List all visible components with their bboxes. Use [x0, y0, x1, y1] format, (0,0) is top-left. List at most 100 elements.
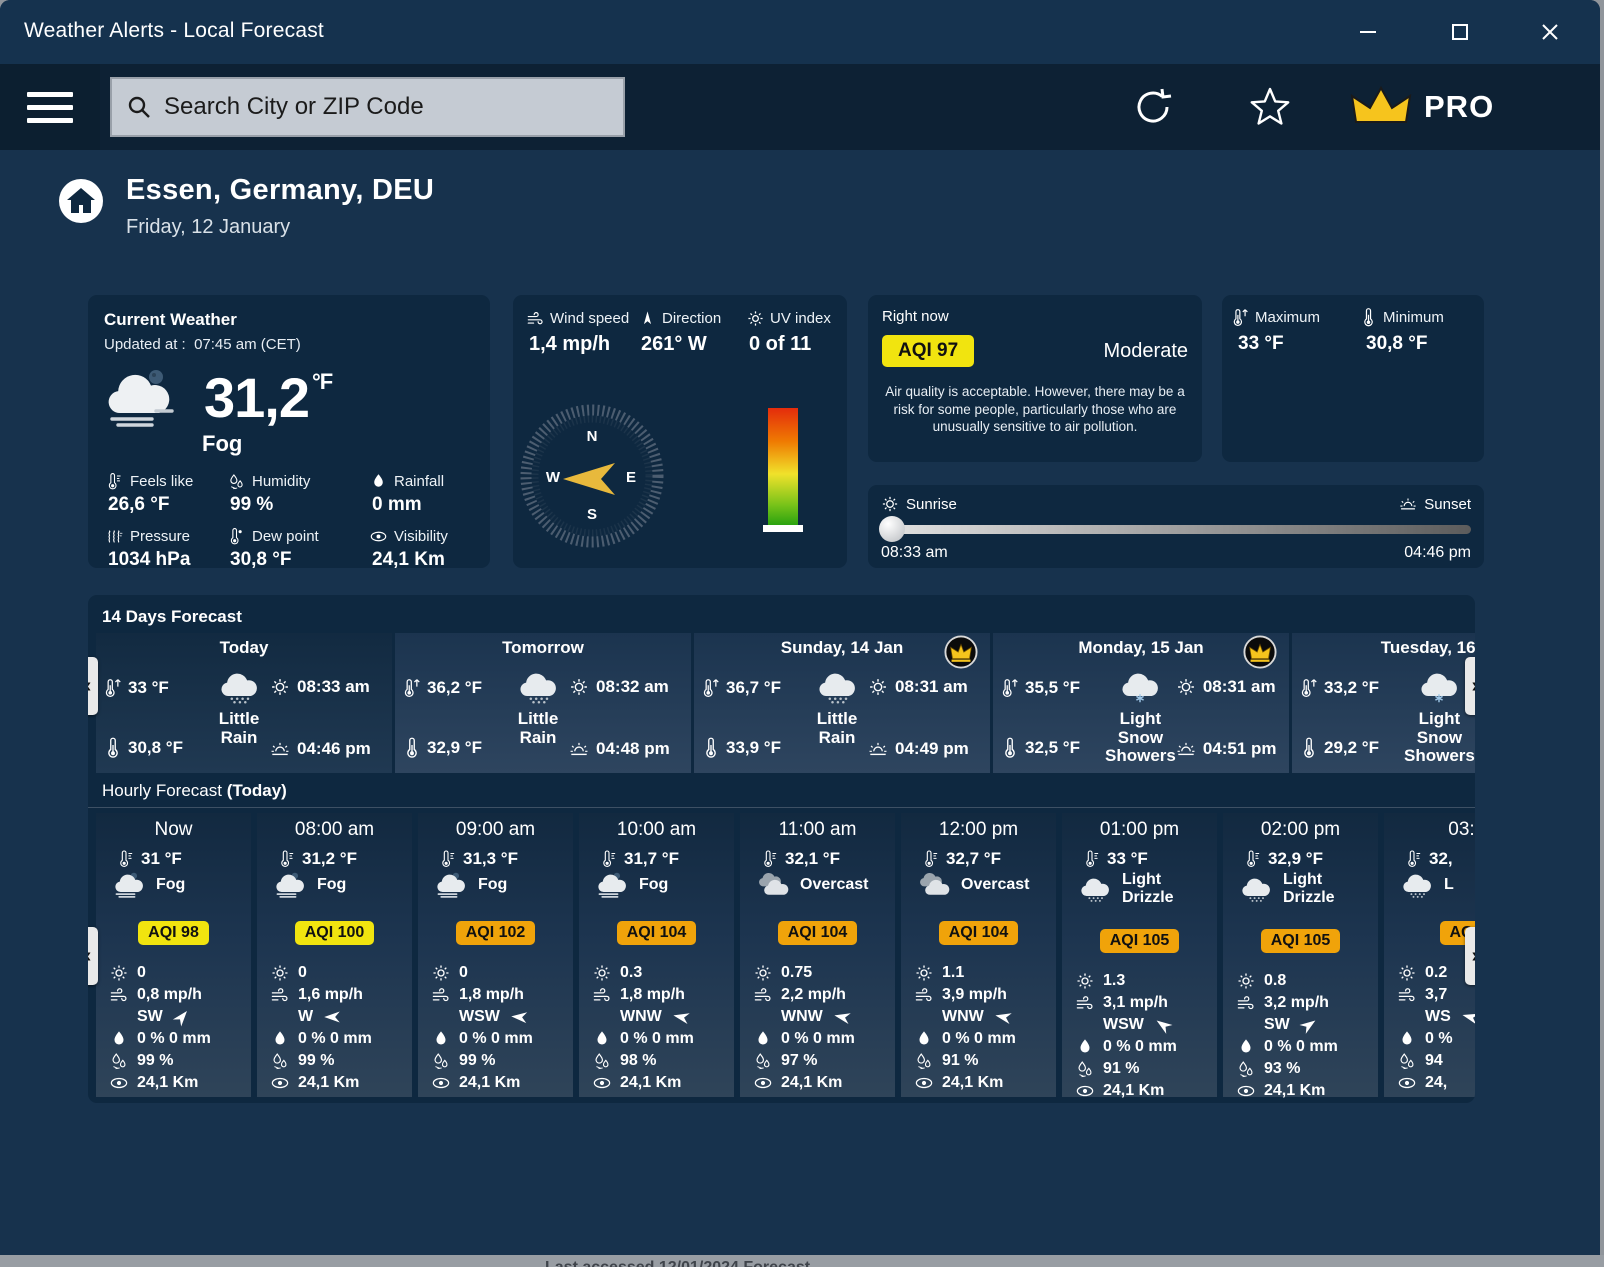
low-temp-icon [702, 737, 720, 759]
menu-button[interactable] [0, 64, 100, 150]
metric-icon [106, 528, 123, 545]
wind-icon [1237, 994, 1255, 1012]
wind-direction: WNW [781, 1008, 823, 1026]
wind-direction-arrow-icon [670, 1008, 692, 1026]
compass-south: S [587, 506, 597, 523]
humidity-icon [1237, 1060, 1255, 1078]
days-scroll-left-button[interactable]: ‹ [88, 657, 98, 715]
wind-direction: WSW [1103, 1016, 1144, 1034]
hour-temp: 32,7 °F [946, 849, 1001, 869]
temperature-icon [118, 849, 134, 869]
home-icon[interactable] [58, 178, 104, 224]
cloud-moon-fog-icon [104, 367, 182, 429]
metric-label: Visibility [394, 528, 448, 545]
low-temp-icon [403, 737, 421, 759]
hour-forecast-item[interactable]: 01:00 pm 33 °F Light Drizzle AQI 105 1.3… [1062, 813, 1217, 1097]
hour-forecast-item[interactable]: 11:00 am 32,1 °F Overcast AQI 104 0.75 2… [740, 813, 895, 1097]
maximize-icon [1449, 21, 1471, 43]
day-sunset-time: 04:49 pm [895, 739, 969, 759]
hour-time: 12:00 pm [901, 813, 1056, 841]
wind-direction-arrow-icon [508, 1009, 529, 1025]
condition-icon [915, 871, 953, 899]
temperature-icon [1406, 849, 1422, 869]
hour-forecast-item[interactable]: 03: 32, L AQ 0.2 3,7 WS 0 % 94 24, [1384, 813, 1475, 1097]
day-forecast-item[interactable]: Tuesday, 16 Ja 33,2 °F 29,2 °F Light Sno… [1292, 633, 1475, 773]
pro-upgrade-button[interactable]: PRO [1350, 64, 1494, 150]
uv-gradient-bar [768, 408, 798, 528]
low-temp: 32,5 °F [1025, 738, 1080, 758]
hour-temp: 32,9 °F [1268, 849, 1323, 869]
search-box[interactable] [110, 77, 625, 137]
hour-forecast-item[interactable]: 08:00 am 31,2 °F Fog AQI 100 0 1,6 mp/h … [257, 813, 412, 1097]
weather-metric: Visibility 24,1 Km [370, 528, 474, 571]
metric-value: 24,1 Km [370, 549, 474, 571]
days-scroll-right-button[interactable]: › [1465, 657, 1475, 715]
hour-time: 09:00 am [418, 813, 573, 841]
wind-icon [1076, 994, 1094, 1012]
minimum-label: Minimum [1383, 309, 1444, 326]
uv-icon [271, 964, 289, 982]
hour-forecast-item[interactable]: 02:00 pm 32,9 °F Light Drizzle AQI 105 0… [1223, 813, 1378, 1097]
condition-icon [110, 871, 148, 899]
low-temp: 32,9 °F [427, 738, 482, 758]
rain-icon [271, 1030, 289, 1048]
close-button[interactable] [1518, 0, 1582, 64]
direction-label: Direction [662, 310, 721, 327]
favorites-button[interactable] [1230, 64, 1310, 150]
hour-forecast-item[interactable]: 09:00 am 31,3 °F Fog AQI 102 0 1,8 mp/h … [418, 813, 573, 1097]
rain-value: 0 % [1425, 1030, 1453, 1048]
condition-label: Fog [317, 876, 346, 894]
sun-progress-knob[interactable] [879, 516, 905, 542]
background-window-strip: Last accessed 12/01/2024 Forecast [0, 1255, 1604, 1267]
weather-metric: Dew point 30,8 °F [228, 528, 370, 571]
wind-speed: 3,9 mp/h [942, 986, 1007, 1004]
wind-direction: SW [137, 1008, 163, 1026]
sun-card: Sunrise Sunset 08:33 am 04:46 pm [868, 485, 1484, 568]
hours-scroll-right-button[interactable]: › [1465, 927, 1475, 985]
minimize-button[interactable] [1336, 0, 1400, 64]
low-temp-icon [1001, 737, 1019, 759]
hour-time: 10:00 am [579, 813, 734, 841]
hour-forecast-item[interactable]: Now 31 °F Fog AQI 98 0 0,8 mp/h SW 0 % 0… [96, 813, 251, 1097]
updated-label: Updated at : [104, 336, 186, 353]
uv-level-indicator [763, 525, 803, 532]
visibility-value: 24,1 Km [1103, 1082, 1164, 1100]
search-input[interactable] [164, 93, 609, 121]
humidity-value: 93 % [1264, 1060, 1300, 1078]
hours-scroll-left-button[interactable]: ‹ [88, 927, 98, 985]
hour-time: Now [96, 813, 251, 841]
day-forecast-item[interactable]: Today 33 °F 30,8 °F Little Rain 08:33 am [96, 633, 392, 773]
sunrise-time: 08:33 am [881, 544, 948, 562]
sunrise-icon [569, 677, 589, 697]
day-forecast-item[interactable]: Sunday, 14 Jan 36,7 °F 33,9 °F Little Ra… [694, 633, 990, 773]
hour-forecast-item[interactable]: 12:00 pm 32,7 °F Overcast AQI 104 1.1 3,… [901, 813, 1056, 1097]
visibility-icon [1398, 1074, 1416, 1092]
refresh-button[interactable] [1113, 64, 1193, 150]
window-title: Weather Alerts - Local Forecast [24, 19, 324, 43]
aqi-badge: AQI 105 [1261, 929, 1341, 953]
humidity-icon [271, 1052, 289, 1070]
wind-speed-value: 1,4 mp/h [527, 333, 639, 356]
visibility-value: 24, [1425, 1074, 1447, 1092]
direction-value: 261° W [639, 333, 747, 356]
temperature-icon [1245, 849, 1261, 869]
pro-crown-badge [944, 635, 978, 669]
wind-speed: 1,6 mp/h [298, 986, 363, 1004]
maximize-button[interactable] [1428, 0, 1492, 64]
temperature-unit: °F [312, 369, 332, 394]
maximum-icon [1232, 308, 1249, 327]
visibility-value: 24,1 Km [942, 1074, 1003, 1092]
day-sunset-time: 04:48 pm [596, 739, 670, 759]
day-forecast-item[interactable]: Monday, 15 Jan 35,5 °F 32,5 °F Light Sno… [993, 633, 1289, 773]
hour-forecast-item[interactable]: 10:00 am 31,7 °F Fog AQI 104 0.3 1,8 mp/… [579, 813, 734, 1097]
day-sunrise-time: 08:33 am [297, 677, 370, 697]
day-forecast-item[interactable]: Tomorrow 36,2 °F 32,9 °F Little Rain 08:… [395, 633, 691, 773]
humidity-value: 97 % [781, 1052, 817, 1070]
compass-east: E [626, 469, 636, 486]
condition-icon [216, 669, 262, 705]
hour-temp: 31,7 °F [624, 849, 679, 869]
uv-index-label: UV index [770, 310, 831, 327]
condition-label: Light Snow Showers [1404, 710, 1475, 766]
condition-label: Fog [639, 876, 668, 894]
sun-progress-track [881, 525, 1471, 534]
